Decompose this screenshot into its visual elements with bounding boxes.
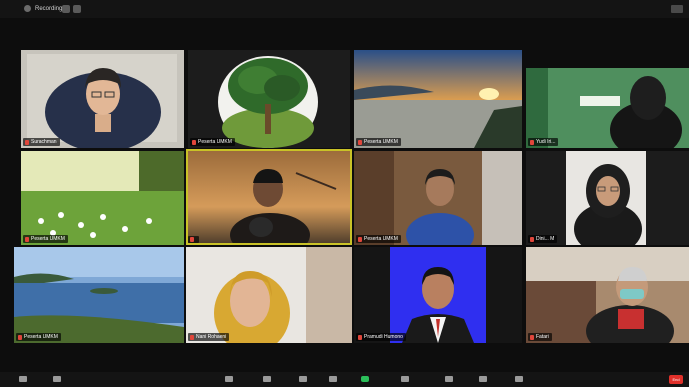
more-icon bbox=[515, 376, 523, 382]
pause-icon[interactable] bbox=[62, 5, 70, 13]
chat-icon bbox=[329, 376, 337, 382]
breakout-rooms-button[interactable] bbox=[444, 375, 454, 383]
video-tile-dini[interactable]: Dini... M bbox=[526, 151, 689, 245]
video-tile-peserta-1[interactable]: Peserta UMKM bbox=[188, 50, 350, 148]
video-tile-peserta-4[interactable]: Peserta UMKM bbox=[354, 151, 522, 245]
muted-mic-icon bbox=[358, 236, 362, 242]
stop-icon[interactable] bbox=[73, 5, 81, 13]
participant-name-tag: Peserta UMKM bbox=[23, 235, 68, 243]
muted-mic-icon bbox=[530, 334, 534, 340]
video-tile-peserta-2[interactable]: Peserta UMKM bbox=[354, 50, 522, 148]
participant-name: Dini... M bbox=[536, 236, 555, 242]
participant-video bbox=[21, 50, 184, 148]
shield-icon bbox=[225, 376, 233, 382]
muted-mic-icon bbox=[18, 334, 22, 340]
participant-name: Peserta UMKM bbox=[364, 139, 398, 145]
video-tile-peserta-3[interactable]: Peserta UMKM bbox=[21, 151, 184, 245]
participant-video bbox=[186, 149, 352, 245]
participant-name: Yudi Iri... bbox=[536, 139, 556, 145]
polls-button[interactable] bbox=[298, 375, 308, 383]
recording-indicator[interactable]: Recording... bbox=[24, 5, 67, 12]
smiley-icon bbox=[479, 376, 487, 382]
participant-name-tag: Peserta UMKM bbox=[190, 138, 235, 146]
participant-name: Peserta UMKM bbox=[24, 334, 58, 340]
muted-mic-icon bbox=[358, 334, 362, 340]
participant-name-tag: Pramudi Humono bbox=[356, 333, 406, 341]
participant-video bbox=[354, 50, 522, 148]
participant-video bbox=[21, 151, 184, 245]
muted-mic-icon bbox=[190, 237, 194, 242]
video-tile-nani[interactable]: Nani Rohaeni bbox=[186, 247, 352, 343]
poll-icon bbox=[299, 376, 307, 382]
muted-mic-icon bbox=[25, 236, 29, 242]
participant-name: Peserta UMKM bbox=[31, 236, 65, 242]
video-tile-surachman[interactable]: Surachman bbox=[21, 50, 184, 148]
people-icon bbox=[263, 376, 271, 382]
participant-name-tag: Yudi Iri... bbox=[528, 138, 559, 146]
share-screen-button[interactable] bbox=[360, 375, 370, 383]
chat-button[interactable] bbox=[328, 375, 338, 383]
muted-mic-icon bbox=[530, 236, 534, 242]
muted-mic-icon bbox=[358, 139, 362, 145]
participant-name: Surachman bbox=[31, 139, 57, 145]
video-tile-active-speaker[interactable] bbox=[186, 149, 352, 245]
video-tile-pramudi[interactable]: Pramudi Humono bbox=[354, 247, 522, 343]
mute-button[interactable] bbox=[18, 375, 28, 383]
participant-video bbox=[188, 50, 350, 148]
video-button[interactable] bbox=[52, 375, 62, 383]
participant-video bbox=[14, 247, 184, 343]
reactions-button[interactable] bbox=[478, 375, 488, 383]
participant-name: Nani Rohaeni bbox=[196, 334, 227, 340]
video-tile-yudi[interactable]: Yudi Iri... bbox=[526, 68, 689, 148]
participant-video bbox=[186, 247, 352, 343]
record-button[interactable] bbox=[400, 375, 410, 383]
muted-mic-icon bbox=[530, 139, 534, 145]
participants-button[interactable] bbox=[262, 375, 272, 383]
participant-name-tag: Peserta UMKM bbox=[356, 235, 401, 243]
participant-video bbox=[526, 68, 689, 148]
record-icon bbox=[24, 5, 31, 12]
participant-name-tag: Fatari bbox=[528, 333, 552, 341]
microphone-icon bbox=[19, 376, 27, 382]
muted-mic-icon bbox=[192, 139, 196, 145]
participant-name: Pramudi Humono bbox=[364, 334, 403, 340]
muted-mic-icon bbox=[25, 139, 29, 145]
participant-name: Fatari bbox=[536, 334, 549, 340]
end-meeting-button[interactable]: End bbox=[669, 375, 683, 384]
share-screen-icon bbox=[361, 376, 369, 382]
participant-name-tag: Peserta UMKM bbox=[16, 333, 61, 341]
meeting-top-bar: Recording... bbox=[0, 0, 689, 18]
participant-video bbox=[354, 151, 522, 245]
meeting-toolbar: End bbox=[0, 372, 689, 387]
more-button[interactable] bbox=[514, 375, 524, 383]
view-icon[interactable] bbox=[671, 5, 683, 13]
participant-video bbox=[354, 247, 522, 343]
video-tile-fatari[interactable]: Fatari bbox=[526, 247, 689, 343]
participant-name: Peserta UMKM bbox=[364, 236, 398, 242]
participant-name-tag: Dini... M bbox=[528, 235, 558, 243]
camera-icon bbox=[53, 376, 61, 382]
participant-video bbox=[526, 247, 689, 343]
participant-name-tag bbox=[188, 236, 199, 243]
participant-video bbox=[526, 151, 689, 245]
breakout-icon bbox=[445, 376, 453, 382]
participant-name-tag: Nani Rohaeni bbox=[188, 333, 230, 341]
participant-name-tag: Surachman bbox=[23, 138, 60, 146]
participant-name: Peserta UMKM bbox=[198, 139, 232, 145]
security-button[interactable] bbox=[224, 375, 234, 383]
video-tile-peserta-5[interactable]: Peserta UMKM bbox=[14, 247, 184, 343]
muted-mic-icon bbox=[190, 334, 194, 340]
record-icon bbox=[401, 376, 409, 382]
participant-name-tag: Peserta UMKM bbox=[356, 138, 401, 146]
